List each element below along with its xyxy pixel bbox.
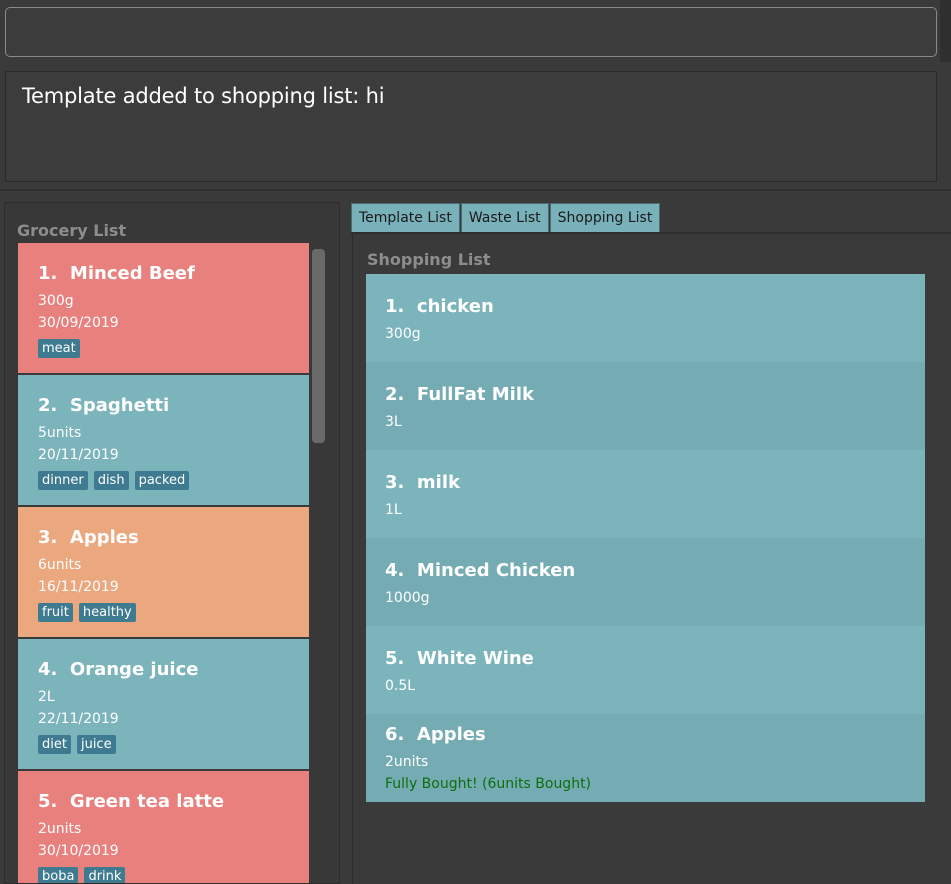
tab-waste-list[interactable]: Waste List	[460, 203, 549, 232]
item-amount: 2L	[38, 689, 55, 705]
item-name: Minced Chicken	[416, 560, 576, 581]
tag: healthy	[78, 603, 136, 622]
command-input[interactable]	[5, 7, 937, 57]
item-index: 4.	[38, 659, 58, 680]
item-name: milk	[416, 472, 460, 493]
tag: meat	[38, 339, 80, 358]
shopping-item-name: 4. Minced Chicken	[385, 560, 925, 587]
item-expiry-date: 20/11/2019	[38, 447, 119, 463]
item-name: Apples	[416, 724, 486, 745]
item-name: Apples	[69, 527, 139, 548]
item-tags: meat	[38, 337, 309, 359]
shopping-item-name: 3. milk	[385, 472, 925, 499]
item-name: Green tea latte	[69, 791, 225, 812]
item-index: 3.	[385, 472, 405, 493]
window-scrollbar[interactable]	[940, 0, 951, 62]
grocery-card[interactable]: 2. Spaghetti 5units 20/11/2019 dinner dis…	[18, 375, 309, 507]
grocery-item-name: 1. Minced Beef	[38, 263, 309, 290]
shopping-card[interactable]: 2. FullFat Milk 3L	[366, 362, 925, 450]
tag: juice	[76, 735, 116, 754]
item-index: 4.	[385, 560, 405, 581]
item-tags: fruit healthy	[38, 601, 309, 623]
item-tags: diet juice	[38, 733, 309, 755]
item-expiry-date: 30/09/2019	[38, 315, 119, 331]
item-name: chicken	[416, 296, 494, 317]
app-window: Template added to shopping list: hi Groc…	[0, 0, 951, 884]
tab-template-list[interactable]: Template List	[351, 203, 460, 232]
shopping-card[interactable]: 1. chicken 300g	[366, 274, 925, 362]
bought-status: Fully Bought! (6units Bought)	[385, 776, 592, 792]
grocery-list-panel: Grocery List 1. Minced Beef 300g 30/09/2…	[4, 202, 340, 884]
item-tags: boba drink	[38, 865, 309, 883]
item-amount: 1000g	[385, 590, 430, 606]
tag: packed	[134, 471, 190, 490]
item-amount: 3L	[385, 414, 402, 430]
shopping-item-name: 2. FullFat Milk	[385, 384, 925, 411]
item-expiry-date: 16/11/2019	[38, 579, 119, 595]
tag: diet	[38, 735, 71, 754]
shopping-card[interactable]: 6. Apples 2units Fully Bought! (6units B…	[366, 714, 925, 802]
tag: drink	[84, 867, 126, 883]
shopping-card[interactable]: 4. Minced Chicken 1000g	[366, 538, 925, 626]
grocery-list-scrollbar[interactable]	[312, 249, 325, 443]
item-index: 5.	[385, 648, 405, 669]
tab-bar: Template List Waste List Shopping List	[351, 203, 661, 232]
shopping-item-name: 5. White Wine	[385, 648, 925, 675]
grocery-card[interactable]: 5. Green tea latte 2units 30/10/2019 bob…	[18, 771, 309, 883]
item-expiry-date: 22/11/2019	[38, 711, 119, 727]
item-name: Spaghetti	[69, 395, 170, 416]
item-amount: 2units	[38, 821, 82, 837]
shopping-list-title: Shopping List	[367, 250, 491, 269]
shopping-item-name: 1. chicken	[385, 296, 925, 323]
grocery-card[interactable]: 3. Apples 6units 16/11/2019 fruit healthy	[18, 507, 309, 639]
item-name: White Wine	[416, 648, 534, 669]
item-amount: 300g	[385, 326, 421, 342]
shopping-list-panel: Shopping List 1. chicken 300g 2. FullFat…	[352, 234, 951, 884]
divider	[0, 189, 951, 191]
grocery-card[interactable]: 1. Minced Beef 300g 30/09/2019 meat	[18, 243, 309, 375]
tag: fruit	[38, 603, 73, 622]
item-amount: 0.5L	[385, 678, 416, 694]
item-index: 6.	[385, 724, 405, 745]
grocery-item-name: 2. Spaghetti	[38, 395, 309, 422]
item-expiry-date: 30/10/2019	[38, 843, 119, 859]
shopping-list: 1. chicken 300g 2. FullFat Milk 3L 3. mi…	[366, 274, 925, 802]
result-display: Template added to shopping list: hi	[5, 71, 937, 182]
shopping-card[interactable]: 5. White Wine 0.5L	[366, 626, 925, 714]
tag: boba	[38, 867, 79, 883]
item-amount: 300g	[38, 293, 74, 309]
item-name: Minced Beef	[69, 263, 195, 284]
tag: dinner	[38, 471, 88, 490]
item-amount: 2units	[385, 754, 429, 770]
shopping-card[interactable]: 3. milk 1L	[366, 450, 925, 538]
grocery-item-name: 5. Green tea latte	[38, 791, 309, 818]
item-tags: dinner dish packed	[38, 469, 309, 491]
item-index: 1.	[385, 296, 405, 317]
item-amount: 6units	[38, 557, 82, 573]
grocery-list-title: Grocery List	[17, 221, 127, 240]
item-index: 3.	[38, 527, 58, 548]
grocery-item-name: 4. Orange juice	[38, 659, 309, 686]
item-amount: 5units	[38, 425, 82, 441]
item-index: 2.	[385, 384, 405, 405]
grocery-card[interactable]: 4. Orange juice 2L 22/11/2019 diet juice	[18, 639, 309, 771]
item-index: 2.	[38, 395, 58, 416]
item-amount: 1L	[385, 502, 402, 518]
shopping-item-name: 6. Apples	[385, 724, 925, 751]
item-name: FullFat Milk	[416, 384, 534, 405]
item-index: 5.	[38, 791, 58, 812]
item-name: Orange juice	[69, 659, 199, 680]
tag: dish	[93, 471, 129, 490]
grocery-list: 1. Minced Beef 300g 30/09/2019 meat 2. S…	[18, 243, 309, 883]
tab-shopping-list[interactable]: Shopping List	[549, 203, 661, 232]
item-index: 1.	[38, 263, 58, 284]
result-text: Template added to shopping list: hi	[22, 84, 385, 108]
grocery-item-name: 3. Apples	[38, 527, 309, 554]
